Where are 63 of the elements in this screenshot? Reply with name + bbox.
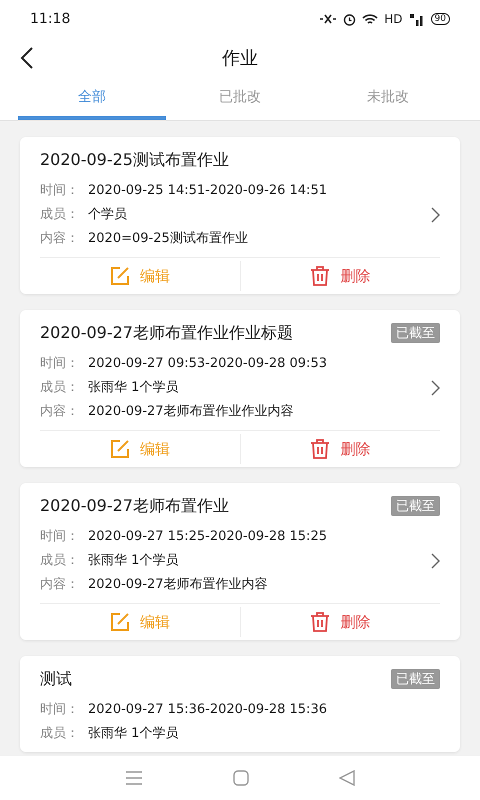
field-value: 个学员 [88, 206, 127, 224]
delete-button[interactable]: 删除 [240, 611, 440, 633]
expired-tag: 已截至 [391, 669, 440, 689]
assignment-card[interactable]: 2020-09-27老师布置作业作业标题 已截至 时间： 2020-09-27 09:53-2020-09-28 09:53 成员： 张雨华 1个学员 内容： 2020-09-27老师布置作业作业内容 编辑 删除 [20, 310, 460, 467]
page-title: 作业 [222, 47, 258, 70]
assignment-title: 测试 [40, 668, 72, 690]
field-value: 2020=09-25测试布置作业 [88, 230, 248, 248]
field-value: 2020-09-27 15:36-2020-09-28 15:36 [88, 701, 327, 719]
chevron-right-icon[interactable] [431, 553, 440, 569]
battery-level: 90 [430, 13, 450, 25]
edit-button[interactable]: 编辑 [40, 438, 240, 460]
vibrate-icon [319, 13, 338, 25]
field-value: 张雨华 1个学员 [88, 552, 178, 570]
field-value: 张雨华 1个学员 [88, 725, 178, 743]
field-label: 成员： [40, 206, 80, 224]
tab[interactable]: 已批改 [166, 78, 314, 120]
field-label: 内容： [40, 403, 80, 421]
assignment-card[interactable]: 测试 已截至 时间： 2020-09-27 15:36-2020-09-28 15:36 成员： 张雨华 1个学员 [20, 656, 460, 752]
menu-icon[interactable] [125, 771, 143, 785]
chevron-right-icon[interactable] [431, 207, 440, 223]
tab[interactable]: 全部 [18, 78, 166, 120]
edit-button[interactable]: 编辑 [40, 611, 240, 633]
back-icon[interactable] [20, 47, 34, 69]
field-value: 2020-09-25 14:51-2020-09-26 14:51 [88, 182, 327, 200]
field-label: 成员： [40, 379, 80, 397]
edit-button[interactable]: 编辑 [40, 265, 240, 287]
signal-icon [408, 12, 425, 26]
chevron-right-icon[interactable] [431, 380, 440, 396]
field-label: 时间： [40, 355, 80, 373]
field-value: 2020-09-27老师布置作业内容 [88, 576, 268, 594]
expired-tag: 已截至 [391, 323, 440, 343]
network-label: HD [384, 12, 403, 26]
back-triangle-icon[interactable] [339, 770, 355, 786]
field-label: 成员： [40, 552, 80, 570]
home-icon[interactable] [233, 770, 249, 786]
expired-tag: 已截至 [391, 496, 440, 516]
trash-icon [310, 612, 330, 632]
assignment-card[interactable]: 2020-09-27老师布置作业 已截至 时间： 2020-09-27 15:25-2020-09-28 15:25 成员： 张雨华 1个学员 内容： 2020-09-27老师布置作业内容 编辑 删除 [20, 483, 460, 640]
wifi-icon [362, 12, 378, 26]
status-time: 11:18 [30, 11, 70, 27]
delete-button[interactable]: 删除 [240, 265, 440, 287]
delete-button[interactable]: 删除 [240, 438, 440, 460]
field-label: 成员： [40, 725, 80, 743]
tab[interactable]: 未批改 [314, 78, 462, 120]
trash-icon [310, 266, 330, 286]
edit-icon [110, 266, 130, 286]
field-label: 时间： [40, 528, 80, 546]
assignment-title: 2020-09-25测试布置作业 [40, 150, 229, 170]
field-value: 2020-09-27老师布置作业作业内容 [88, 403, 294, 421]
field-label: 内容： [40, 230, 80, 248]
edit-icon [110, 612, 130, 632]
field-label: 时间： [40, 701, 80, 719]
alarm-icon [343, 12, 356, 26]
field-value: 2020-09-27 15:25-2020-09-28 15:25 [88, 528, 327, 546]
field-value: 张雨华 1个学员 [88, 379, 178, 397]
assignment-title: 2020-09-27老师布置作业作业标题 [40, 322, 293, 344]
edit-icon [110, 439, 130, 459]
field-label: 时间： [40, 182, 80, 200]
assignment-title: 2020-09-27老师布置作业 [40, 496, 229, 516]
assignment-card[interactable]: 2020-09-25测试布置作业 时间： 2020-09-25 14:51-2020-09-26 14:51 成员： 个学员 内容： 2020=09-25测试布置作业 编辑 删除 [20, 137, 460, 294]
field-label: 内容： [40, 576, 80, 594]
field-value: 2020-09-27 09:53-2020-09-28 09:53 [88, 355, 327, 373]
trash-icon [310, 439, 330, 459]
